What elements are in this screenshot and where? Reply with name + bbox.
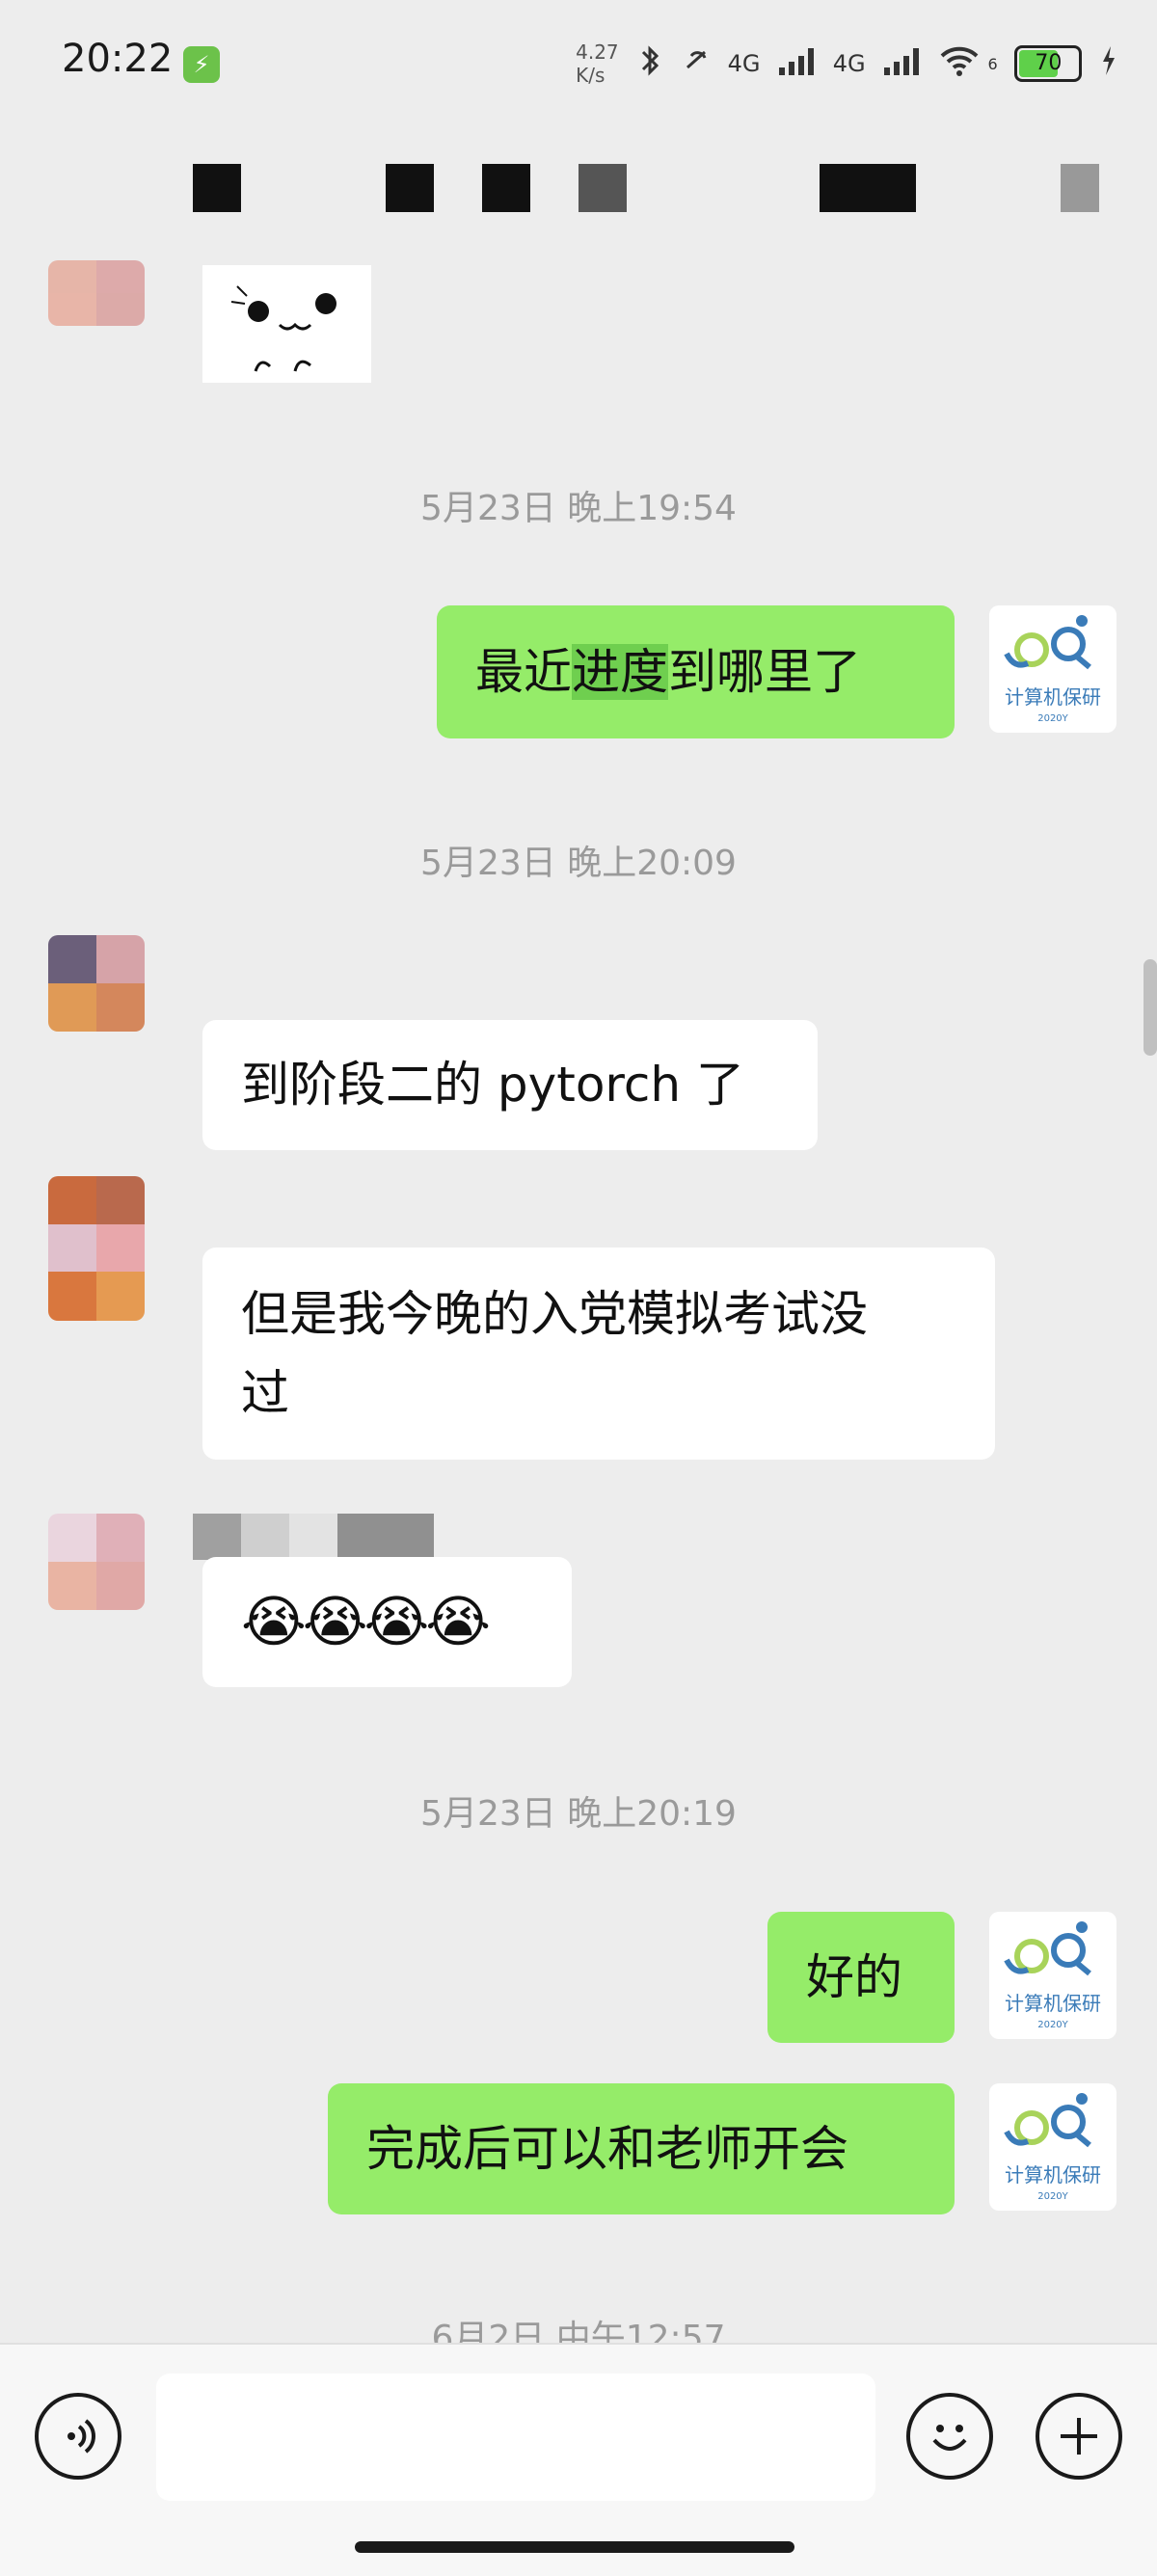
message-text: 完成后可以和老师开会 <box>366 2121 848 2177</box>
cat-sticker-icon <box>230 285 336 372</box>
my-avatar[interactable]: 计算机保研 2020Y <box>989 1912 1117 2039</box>
svg-text:2020Y: 2020Y <box>1037 2191 1068 2202</box>
sticker-message[interactable] <box>202 265 371 383</box>
wifi-icon <box>938 44 981 83</box>
svg-text:计算机保研: 计算机保研 <box>1005 2163 1101 2187</box>
timestamp: 5月23日 晚上20:09 <box>420 844 737 883</box>
voice-icon <box>67 2419 95 2454</box>
contact-avatar[interactable] <box>48 1176 145 1321</box>
silent-icon <box>682 44 711 83</box>
network-2-label: 4G <box>832 50 866 77</box>
bluetooth-icon <box>635 44 664 83</box>
sender-name-redacted <box>193 1514 241 1560</box>
chat-title-redacted <box>578 164 627 212</box>
my-message-bubble[interactable]: 好的 <box>767 1912 955 2043</box>
contact-message-bubble[interactable]: 但是我今晚的入党模拟考试没 过 <box>202 1248 995 1460</box>
net-speed: 4.27 K/s <box>576 40 619 87</box>
emoji-icon <box>932 2425 967 2451</box>
network-1-label: 4G <box>727 50 761 77</box>
message-text: 最近进度到哪里了 <box>475 644 861 700</box>
message-text-line: 过 <box>241 1365 289 1421</box>
wifi-sub-label: 6 <box>987 54 998 73</box>
timestamp: 5月23日 晚上19:54 <box>420 489 737 528</box>
plus-button[interactable] <box>1036 2393 1122 2480</box>
message-text: 到阶段二的 pytorch 了 <box>241 1057 744 1113</box>
contact-avatar[interactable] <box>48 1514 145 1610</box>
contact-message-bubble[interactable]: 到阶段二的 pytorch 了 <box>202 1020 818 1150</box>
charging-bolt-icon <box>1099 44 1118 83</box>
chat-title-redacted <box>482 164 530 212</box>
signal-2-icon <box>882 44 921 83</box>
contact-avatar[interactable] <box>48 260 145 326</box>
emoji-message-text: 😭😭😭😭 <box>241 1589 491 1654</box>
svg-text:2020Y: 2020Y <box>1037 2020 1068 2030</box>
chat-title-redacted <box>193 164 241 212</box>
svg-text:计算机保研: 计算机保研 <box>1005 685 1101 709</box>
sender-name-redacted <box>241 1514 289 1560</box>
battery-icon: 70 <box>1014 45 1083 82</box>
message-text-line: 但是我今晚的入党模拟考试没 <box>241 1286 868 1342</box>
contact-avatar[interactable] <box>48 935 145 1032</box>
contact-message-bubble[interactable]: 😭😭😭😭 <box>202 1557 572 1687</box>
message-text: 好的 <box>806 1949 902 2005</box>
highlighted-text: 进度 <box>572 644 668 700</box>
emoji-button[interactable] <box>906 2393 993 2480</box>
plus-icon <box>1061 2418 1097 2455</box>
charging-icon: ⚡ <box>183 46 220 83</box>
home-indicator[interactable] <box>355 2541 794 2553</box>
chat-title-redacted <box>820 164 916 212</box>
my-message-bubble[interactable]: 最近进度到哪里了 <box>437 605 955 738</box>
message-text-part: 到哪里了 <box>668 644 861 700</box>
message-input[interactable] <box>156 2374 875 2501</box>
status-time: 20:22 <box>62 37 174 81</box>
timestamp: 5月23日 晚上20:19 <box>420 1794 737 1834</box>
svg-text:2020Y: 2020Y <box>1037 713 1068 724</box>
sender-name-redacted <box>337 1514 434 1560</box>
status-indicators: 4.27 K/s 4G 4G 6 70 <box>566 40 1118 87</box>
my-avatar[interactable]: 计算机保研 2020Y <box>989 2083 1117 2211</box>
signal-1-icon <box>777 44 816 83</box>
scrollbar-thumb[interactable] <box>1144 959 1157 1056</box>
voice-button[interactable] <box>35 2393 121 2480</box>
sender-name-redacted <box>289 1514 337 1560</box>
chat-title-redacted <box>1061 164 1099 212</box>
message-text-part: 最近 <box>475 644 572 700</box>
my-avatar[interactable]: 计算机保研 2020Y <box>989 605 1117 733</box>
my-message-bubble[interactable]: 完成后可以和老师开会 <box>328 2083 955 2214</box>
svg-text:计算机保研: 计算机保研 <box>1005 1992 1101 2015</box>
chat-title-redacted <box>386 164 434 212</box>
